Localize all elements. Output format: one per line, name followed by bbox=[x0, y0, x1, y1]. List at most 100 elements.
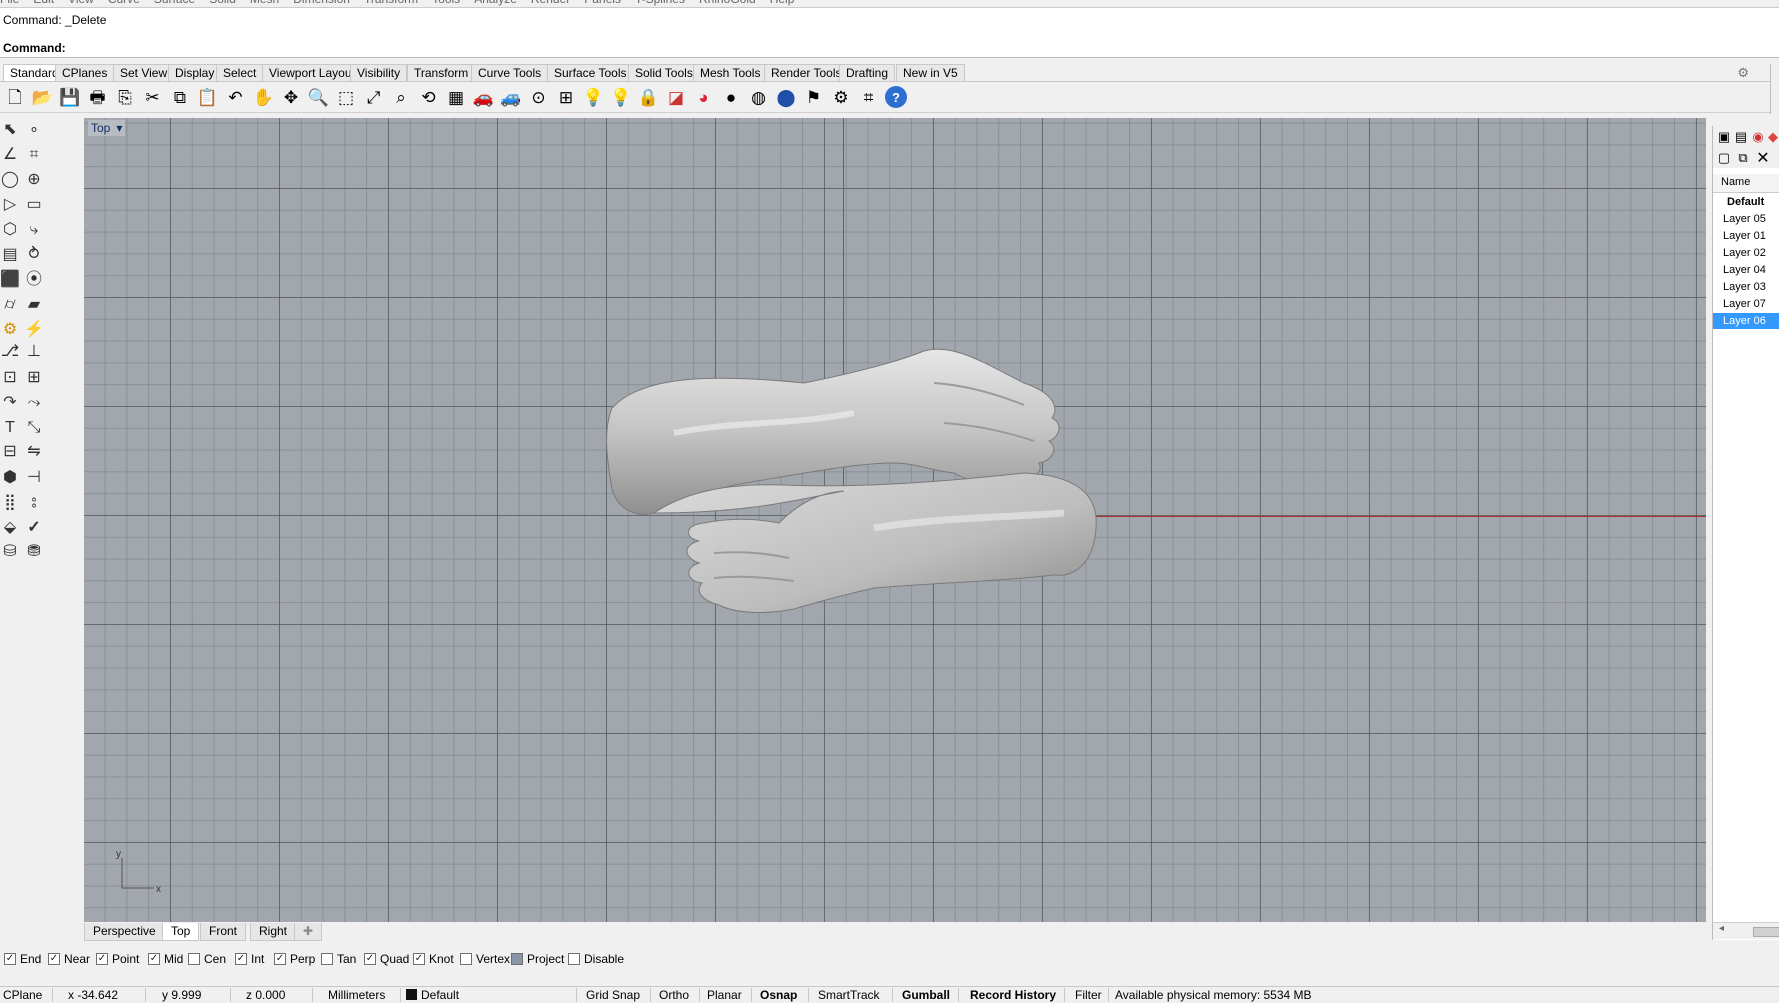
toolbar-tab-display[interactable]: Display bbox=[168, 64, 222, 81]
material-icon[interactable]: ◪ bbox=[665, 86, 687, 108]
move-view-icon[interactable]: ✥ bbox=[280, 86, 302, 108]
arms-mesh-model[interactable] bbox=[554, 313, 1134, 653]
history-icon[interactable]: ⦂ bbox=[22, 491, 46, 515]
sphere-alt-icon[interactable]: ◍ bbox=[748, 86, 770, 108]
gumball-button[interactable]: Gumball bbox=[902, 988, 950, 1002]
smarttrack-button[interactable]: SmartTrack bbox=[818, 988, 880, 1002]
mesh-icon[interactable]: ⊞ bbox=[555, 86, 577, 108]
render-icon[interactable]: ⛃ bbox=[22, 540, 46, 564]
delete-layer-icon[interactable]: ✕ bbox=[1755, 150, 1771, 167]
status-cplane[interactable]: CPlane bbox=[3, 988, 42, 1002]
toolbar-tab-viewport-layout[interactable]: Viewport Layout bbox=[262, 64, 362, 81]
osnap-int-checkbox[interactable]: ✓ bbox=[235, 953, 247, 965]
osnap-button[interactable]: Osnap bbox=[760, 988, 797, 1002]
split-icon[interactable]: ⎇ bbox=[0, 340, 22, 364]
menu-item-surface[interactable]: Surface bbox=[154, 0, 195, 6]
lock-icon[interactable]: 🔒 bbox=[638, 86, 660, 108]
layer-row-layer-01[interactable]: Layer 01 bbox=[1713, 228, 1779, 244]
toolbar-tab-new-in-v5[interactable]: New in V5 bbox=[896, 64, 965, 81]
pan-icon[interactable]: ✋ bbox=[253, 86, 275, 108]
viewport-tab-top[interactable]: Top bbox=[162, 923, 200, 941]
offset-icon[interactable]: ⤳ bbox=[22, 391, 46, 415]
align-icon[interactable]: ⊟ bbox=[0, 440, 22, 464]
rotate-view-icon[interactable]: ⟲ bbox=[418, 86, 440, 108]
docked-panel-edge[interactable] bbox=[1770, 64, 1779, 114]
ortho-button[interactable]: Ortho bbox=[659, 988, 689, 1002]
osnap-point-checkbox[interactable]: ✓ bbox=[96, 953, 108, 965]
layer-row-default[interactable]: Default bbox=[1713, 194, 1779, 210]
zoom-selected-icon[interactable]: ⌕ bbox=[390, 86, 412, 108]
fillet-curve-icon[interactable]: ⤷ bbox=[22, 218, 46, 242]
osnap-quad[interactable]: ✓ Quad bbox=[364, 952, 409, 966]
menu-item-render[interactable]: Render bbox=[531, 0, 570, 6]
arc-icon[interactable]: ↷ bbox=[0, 391, 22, 415]
polyline-icon[interactable]: ∠ bbox=[0, 143, 22, 167]
toolbar-tab-curve-tools[interactable]: Curve Tools bbox=[471, 64, 549, 81]
osnap-perp-checkbox[interactable]: ✓ bbox=[274, 953, 286, 965]
osnap-point[interactable]: ✓ Point bbox=[96, 952, 139, 966]
menu-item-solid[interactable]: Solid bbox=[209, 0, 236, 6]
sphere-blue-icon[interactable]: ⬤ bbox=[775, 86, 797, 108]
viewport-tab-right[interactable]: Right bbox=[250, 923, 297, 941]
zoom-icon[interactable]: 🔍 bbox=[308, 86, 330, 108]
sphere-icon[interactable]: ● bbox=[720, 86, 742, 108]
viewport-title[interactable]: Top ▾ bbox=[88, 120, 126, 136]
car-alt-icon[interactable]: 🚙 bbox=[500, 86, 522, 108]
osnap-mid[interactable]: ✓ Mid bbox=[148, 952, 183, 966]
osnap-vertex[interactable]: Vertex bbox=[460, 952, 510, 966]
toolbar-settings-gear-icon[interactable]: ⚙ bbox=[1737, 65, 1749, 81]
paste-icon[interactable]: 📋 bbox=[197, 86, 219, 108]
osnap-end[interactable]: ✓ End bbox=[4, 952, 41, 966]
menu-item-curve[interactable]: Curve bbox=[108, 0, 140, 6]
scroll-left-icon[interactable]: ◂ bbox=[1719, 923, 1724, 934]
osnap-knot[interactable]: ✓ Knot bbox=[413, 952, 454, 966]
status-layer[interactable]: Default bbox=[406, 988, 459, 1002]
gear-icon[interactable]: ⚙ bbox=[0, 318, 22, 342]
osnap-knot-checkbox[interactable]: ✓ bbox=[413, 953, 425, 965]
zoom-window-icon[interactable]: ⬚ bbox=[335, 86, 357, 108]
scroll-thumb[interactable] bbox=[1753, 927, 1779, 937]
open-icon[interactable]: 📂 bbox=[32, 86, 54, 108]
toolbar-tab-visibility[interactable]: Visibility bbox=[350, 64, 408, 81]
toolbar-tab-set-view[interactable]: Set View bbox=[113, 64, 175, 81]
explode-icon[interactable]: ⚡ bbox=[22, 318, 46, 342]
command-line[interactable]: Command: bbox=[0, 40, 1779, 58]
copy-icon[interactable]: ⧉ bbox=[169, 86, 191, 108]
top-viewport[interactable]: y x Top ▾ bbox=[84, 118, 1706, 922]
osnap-project[interactable]: Project bbox=[511, 952, 564, 966]
osnap-vertex-checkbox[interactable] bbox=[460, 953, 472, 965]
toolbar-tab-select[interactable]: Select bbox=[216, 64, 264, 81]
osnap-cen[interactable]: Cen bbox=[188, 952, 226, 966]
layer-row-layer-02[interactable]: Layer 02 bbox=[1713, 245, 1779, 261]
grid-array-icon[interactable]: ⣿ bbox=[0, 491, 22, 515]
menu-item-mesh[interactable]: Mesh bbox=[250, 0, 279, 6]
toolbar-tab-drafting[interactable]: Drafting bbox=[839, 64, 896, 81]
array-icon[interactable]: ⊞ bbox=[22, 366, 46, 390]
layer-row-layer-04[interactable]: Layer 04 bbox=[1713, 262, 1779, 278]
menu-item-t-splines[interactable]: T-Splines bbox=[635, 0, 685, 6]
add-viewport-tab-icon[interactable]: ✚ bbox=[294, 923, 323, 941]
osnap-near[interactable]: ✓ Near bbox=[48, 952, 90, 966]
boolean-icon[interactable]: ⦿ bbox=[22, 268, 46, 292]
viewport-menu-arrow-icon[interactable]: ▾ bbox=[116, 120, 122, 136]
car-icon[interactable]: 🚗 bbox=[473, 86, 495, 108]
osnap-mid-checkbox[interactable]: ✓ bbox=[148, 953, 160, 965]
status-units[interactable]: Millimeters bbox=[328, 988, 385, 1002]
mirror-icon[interactable]: ⇋ bbox=[22, 440, 46, 464]
zoom-extents-icon[interactable]: ⤢ bbox=[363, 86, 385, 108]
osnap-perp[interactable]: ✓ Perp bbox=[274, 952, 315, 966]
new-layer-icon[interactable]: ▢ bbox=[1716, 150, 1732, 166]
color-wheel-icon[interactable]: ◕ bbox=[693, 86, 715, 108]
select-arrow-icon[interactable]: ⬉ bbox=[0, 118, 22, 142]
filter-button[interactable]: Filter bbox=[1075, 988, 1102, 1002]
dimension-icon[interactable]: ⊣ bbox=[22, 466, 46, 490]
rectangle-icon[interactable]: ▭ bbox=[22, 193, 46, 217]
four-viewports-icon[interactable]: ▦ bbox=[445, 86, 467, 108]
osnap-end-checkbox[interactable]: ✓ bbox=[4, 953, 16, 965]
undo-icon[interactable]: ↶ bbox=[225, 86, 247, 108]
import-icon[interactable]: ⎘ bbox=[114, 86, 136, 108]
menu-item-dimension[interactable]: Dimension bbox=[293, 0, 350, 6]
osnap-disable-checkbox[interactable] bbox=[568, 953, 580, 965]
toolbar-tab-mesh-tools[interactable]: Mesh Tools bbox=[693, 64, 768, 81]
group-icon[interactable]: ⊡ bbox=[0, 366, 22, 390]
